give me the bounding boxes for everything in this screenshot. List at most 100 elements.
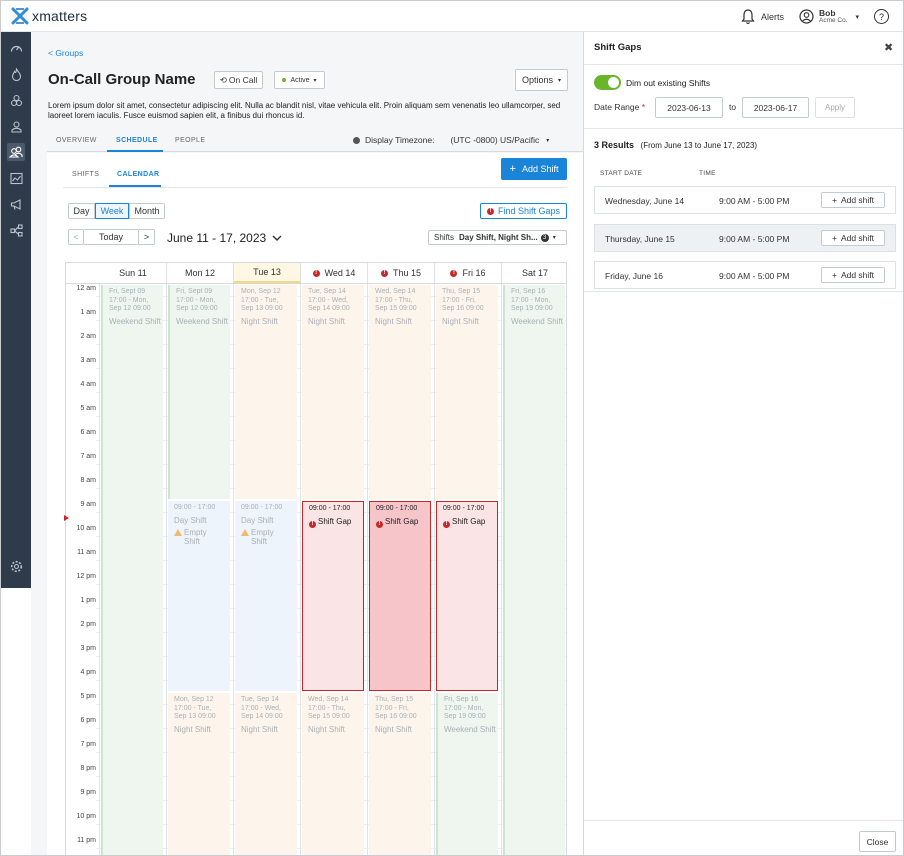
results-range: (From June 13 to June 17, 2023) — [640, 141, 758, 150]
hour-label: 10 am — [76, 525, 96, 532]
app-logo[interactable]: xmatters — [11, 7, 87, 25]
subtab-shifts[interactable]: SHIFTS — [72, 171, 99, 178]
shift-event[interactable]: Tue, Sep 14 17:00 - Wed, Sep 14 09:00 Night… — [302, 285, 364, 499]
shift-time: Wed, Sep 14 — [375, 288, 416, 295]
shift-gap-event[interactable]: 09:00 - 17:00! Shift Gap — [369, 501, 431, 691]
to-label: to — [729, 102, 737, 112]
shifts-filter-dropdown[interactable]: Shifts Day Shift, Night Sh... 3 ▾ — [428, 230, 567, 245]
date-range-text: Date Range — [594, 102, 640, 112]
nav-incidents[interactable] — [7, 65, 25, 83]
gear-icon — [10, 560, 22, 572]
timezone-selector[interactable]: Display Timezone: (UTC -0800) US/Pacific… — [353, 135, 549, 145]
shift-time: Sep 13 09:00 — [174, 713, 216, 720]
user-org: Acme Co. — [819, 16, 848, 24]
nav-settings[interactable] — [7, 557, 25, 575]
nav-oncall-groups[interactable] — [7, 143, 25, 161]
chart-icon — [9, 172, 23, 184]
nav-users[interactable] — [7, 117, 25, 135]
add-shift-button[interactable]: + Add Shift — [501, 158, 567, 180]
gap-result-row[interactable]: Friday, June 16 9:00 AM - 5:00 PM + Add s… — [594, 261, 896, 289]
shift-event[interactable]: Fri, Sept 09 17:00 - Mon, Sep 12 09:00 Week… — [101, 285, 163, 855]
shift-event[interactable]: Wed, Sep 14 17:00 - Thu, Sep 15 09:00 Night… — [302, 693, 364, 855]
today-button[interactable]: Today — [84, 229, 138, 245]
find-shift-gaps-label: Find Shift Gaps — [497, 206, 561, 216]
shift-event[interactable]: Mon, Sep 12 17:00 - Tue, Sep 13 09:00 Night… — [168, 693, 230, 855]
shift-title: Weekend Shift — [176, 317, 230, 327]
shift-time: Fri, Sep 16 — [444, 696, 479, 703]
shift-time: Sep 12 09:00 — [109, 305, 151, 312]
shift-event[interactable]: Fri, Sep 16 17:00 - Mon, Sep 19 09:00 Weeke… — [436, 693, 498, 855]
apply-button[interactable]: Apply — [815, 97, 855, 118]
alerts-label: Alerts — [761, 11, 785, 22]
shift-time: 09:00 - 17:00 — [241, 504, 283, 511]
status-dropdown[interactable]: Active ▾ — [274, 71, 325, 89]
add-shift-row-button[interactable]: + Add shift — [821, 230, 885, 246]
shift-time: Fri, Sept 09 — [109, 288, 146, 295]
globe-icon — [353, 136, 360, 144]
alert-circle-icon: ! — [309, 520, 316, 528]
help-icon: ? — [874, 9, 889, 24]
tab-schedule[interactable]: SCHEDULE — [116, 137, 158, 144]
shift-event[interactable]: Thu, Sep 15 17:00 - Fri, Sep 16 09:00 Night… — [369, 693, 431, 855]
shift-time: 17:00 - Mon, — [511, 296, 551, 304]
breadcrumb[interactable]: < Groups — [48, 48, 83, 58]
close-icon[interactable]: ✖ — [884, 41, 893, 54]
shift-time: Thu, Sep 15 — [442, 288, 481, 295]
current-time-marker — [64, 515, 69, 521]
shift-title-text: Night Shift — [241, 724, 278, 734]
shift-event[interactable]: Thu, Sep 15 17:00 - Fri, Sep 16 09:00 Night… — [436, 285, 498, 499]
shift-event[interactable]: 09:00 - 17:00 Day Shift Empty Shift — [168, 501, 230, 691]
prev-week-button[interactable]: < — [68, 229, 84, 245]
add-shift-row-button[interactable]: + Add shift — [821, 192, 885, 208]
gap-result-row[interactable]: Wednesday, June 14 9:00 AM - 5:00 PM + Ad… — [594, 186, 896, 214]
shift-event[interactable]: Fri, Sept 09 17:00 - Mon, Sep 12 09:00 Week… — [168, 285, 230, 499]
shift-gap-event[interactable]: 09:00 - 17:00! Shift Gap — [302, 501, 364, 691]
options-button[interactable]: Options ▾ — [515, 69, 568, 91]
end-date-input[interactable]: 2023-06-17 — [742, 97, 809, 118]
day-column-line — [300, 284, 301, 855]
nav-groups[interactable] — [7, 91, 25, 109]
shift-event[interactable]: Tue, Sep 14 17:00 - Wed, Sep 14 09:00 Night… — [235, 693, 297, 855]
tab-people[interactable]: PEOPLE — [175, 137, 205, 144]
subtab-calendar[interactable]: CALENDAR — [117, 171, 159, 178]
dim-shifts-toggle[interactable] — [594, 75, 621, 90]
shift-gap-event[interactable]: 09:00 - 17:00! Shift Gap — [436, 501, 498, 691]
help-button[interactable]: ? — [874, 1, 889, 32]
view-week-button[interactable]: Week — [95, 203, 129, 219]
nav-dashboard[interactable] — [7, 39, 25, 57]
gap-date: Thursday, June 15 — [605, 234, 675, 244]
shift-title-text: Night Shift — [375, 724, 412, 734]
view-day-button[interactable]: Day — [68, 203, 95, 219]
empty-shift-warning: Empty Shift — [174, 528, 230, 546]
nav-messaging[interactable] — [7, 195, 25, 213]
shift-time: Sep 13 09:00 — [241, 305, 283, 312]
day-header: ! Wed 14 — [301, 263, 368, 283]
shift-event[interactable]: 09:00 - 17:00 Day Shift Empty Shift — [235, 501, 297, 691]
add-shift-row-button[interactable]: + Add shift — [821, 267, 885, 283]
gap-result-row[interactable]: Thursday, June 15 9:00 AM - 5:00 PM + Add… — [594, 224, 896, 252]
gap-time: 9:00 AM - 5:00 PM — [719, 196, 790, 206]
alerts-button[interactable]: Alerts — [741, 1, 784, 32]
shift-time: 17:00 - Wed, — [308, 296, 348, 304]
hour-label: 1 am — [80, 309, 96, 316]
nav-workflows[interactable] — [7, 221, 25, 239]
shift-time: 09:00 - 17:00 — [174, 504, 216, 511]
shift-event[interactable]: Wed, Sep 14 17:00 - Thu, Sep 15 09:00 Night… — [369, 285, 431, 499]
alert-circle-icon: ! — [486, 207, 494, 215]
find-shift-gaps-button[interactable]: ! Find Shift Gaps — [480, 203, 567, 219]
start-date-input[interactable]: 2023-06-13 — [655, 97, 723, 118]
tab-overview[interactable]: OVERVIEW — [56, 137, 97, 144]
shift-event[interactable]: Mon, Sep 12 17:00 - Tue, Sep 13 09:00 Night… — [235, 285, 297, 499]
oncall-badge[interactable]: ⟲ On Call — [214, 71, 263, 89]
shift-title-text: Shift Gap — [318, 516, 352, 526]
shift-event[interactable]: Fri, Sep 16 17:00 - Mon, Sep 19 09:00 Weeke… — [503, 285, 565, 855]
week-calendar: Sun 11 Mon 12 Tue 13! Wed 14! Thu 15! Fri 16 S… — [65, 262, 567, 855]
user-name: Bob — [819, 7, 836, 18]
date-range-picker[interactable]: June 11 - 17, 2023 — [167, 231, 282, 245]
next-week-button[interactable]: > — [138, 229, 155, 245]
view-month-button[interactable]: Month — [129, 203, 165, 219]
close-button[interactable]: Close — [859, 831, 896, 852]
user-menu[interactable]: Bob Acme Co. ▾ — [799, 1, 859, 32]
nav-reports[interactable] — [7, 169, 25, 187]
shift-time: Sep 16 09:00 — [375, 713, 417, 720]
